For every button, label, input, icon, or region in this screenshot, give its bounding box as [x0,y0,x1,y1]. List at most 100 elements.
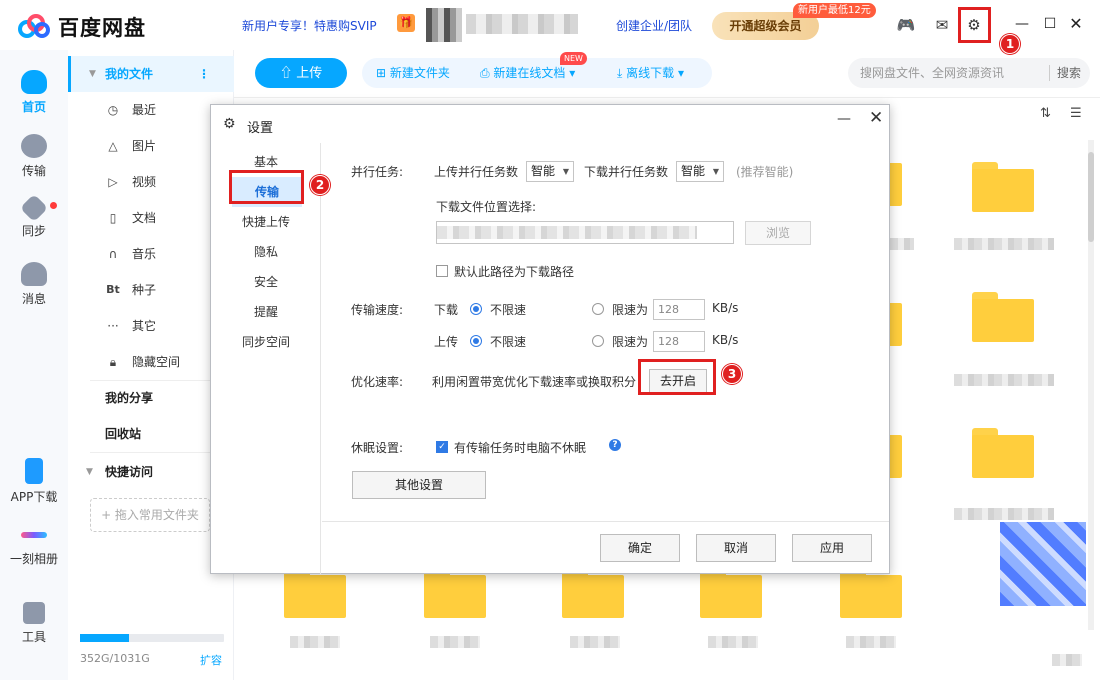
rail-item-album[interactable]: 一刻相册 [0,522,68,567]
folder-icon[interactable] [424,568,486,618]
folder-icon[interactable] [284,568,346,618]
download-unlimited-label: 不限速 [490,303,527,317]
download-location-label: 下载文件位置选择: [436,200,537,214]
download-unlimited-radio[interactable] [470,303,482,315]
more-icon: ··· [107,319,119,333]
upload-parallel-label: 上传并行任务数 [434,165,519,179]
gamepad-icon[interactable]: 🎮 [895,14,917,36]
dialog-minimize-button[interactable]: — [837,111,851,127]
divider [90,452,212,453]
app-logo: 百度网盘 [18,12,146,42]
tools-icon [23,602,45,624]
upload-limit-input[interactable]: 128 [653,331,705,352]
rail-item-transfer[interactable]: 传输 [0,134,68,179]
file-name [890,238,914,250]
settings-tab-quick-upload[interactable]: 快捷上传 [211,207,321,237]
download-limit-radio[interactable] [592,303,604,315]
sidebar-item-label: 文档 [132,211,157,225]
mail-icon[interactable]: ✉ [931,14,953,36]
settings-tab-privacy[interactable]: 隐私 [211,237,321,267]
upload-unlimited-radio[interactable] [470,335,482,347]
image-thumbnail[interactable] [1000,522,1086,606]
home-cloud-icon [21,70,47,94]
rail-item-messages[interactable]: 消息 [0,262,68,307]
browse-button[interactable]: 浏览 [745,221,811,245]
caret-down-icon: ▼ [86,467,93,477]
settings-tab-reminder[interactable]: 提醒 [211,297,321,327]
storage-usage-text: 352G/1031G [80,652,150,665]
folder-icon[interactable] [972,428,1034,478]
sidebar-my-files[interactable]: ▼ 我的文件 ⋮ [68,56,234,92]
settings-tab-security[interactable]: 安全 [211,267,321,297]
scrollbar-thumb[interactable] [1088,152,1094,242]
create-enterprise-link[interactable]: 创建企业/团队 [616,17,692,34]
minimize-window-button[interactable]: — [1012,14,1032,34]
new-folder-button[interactable]: ⊞ 新建文件夹 [376,58,450,88]
bt-icon: Bt [106,283,120,296]
rail-label: 一刻相册 [9,552,58,566]
folder-icon[interactable] [700,568,762,618]
gift-icon[interactable]: 🎁 [397,14,415,32]
list-view-icon[interactable]: ☰ [1070,106,1082,121]
file-name [430,636,480,648]
upload-limit-radio[interactable] [592,335,604,347]
upload-speed-label: 上传 [434,335,459,349]
close-window-button[interactable]: ✕ [1066,14,1086,34]
offline-download-button[interactable]: ⤓ 离线下载 ▾ [617,58,684,88]
folder-icon[interactable] [562,568,624,618]
annotation-number-2: 2 [310,175,330,195]
ok-button[interactable]: 确定 [600,534,680,562]
rail-item-tools[interactable]: 工具 [0,602,68,645]
notification-dot [50,202,57,209]
sort-icon[interactable]: ⇅ [1040,106,1051,121]
new-online-doc-label: 新建在线文档 [493,66,566,80]
upload-limit-label: 限速为 [612,335,649,349]
search-button[interactable]: 搜索 [1057,58,1081,88]
storage-bar [80,634,224,642]
username[interactable] [466,14,578,34]
cancel-button[interactable]: 取消 [696,534,776,562]
folder-icon[interactable] [972,292,1034,342]
upload-parallel-select[interactable]: 智能 ▼ [526,161,574,182]
transfer-icon [21,134,47,158]
rail-label: 首页 [21,100,46,114]
message-icon [21,262,47,286]
file-name [1052,654,1082,666]
sidebar-item-label: 隐藏空间 [132,355,181,369]
settings-nav: 基本 传输 快捷上传 隐私 安全 提醒 同步空间 [211,143,321,574]
download-path-input[interactable] [436,221,734,244]
sidebar-label: 我的文件 [105,67,154,81]
download-parallel-select[interactable]: 智能 ▼ [676,161,724,182]
other-settings-button[interactable]: 其他设置 [352,471,486,499]
settings-tab-sync-space[interactable]: 同步空间 [211,327,321,357]
image-icon: △ [108,139,118,153]
apply-button[interactable]: 应用 [792,534,872,562]
optimize-speed-label: 优化速率: [351,375,404,389]
annotation-number-1: 1 [1000,34,1020,54]
rail-label: APP下载 [10,490,58,504]
download-limit-input[interactable]: 128 [653,299,705,320]
phone-icon [25,458,43,484]
folder-icon[interactable] [840,568,902,618]
dialog-close-button[interactable]: ✕ [869,108,883,128]
rail-item-sync[interactable]: 同步 [0,193,68,239]
svip-promo-link[interactable]: 新用户专享！特惠购SVIP [242,17,377,34]
avatar[interactable] [426,8,462,42]
upload-label: 上传 [296,65,323,80]
upload-button[interactable]: ⇧ 上传 [255,58,347,88]
more-dots-icon[interactable]: ⋮ [198,56,210,92]
upload-icon: ⇧ [279,65,297,80]
annotation-box-settings [958,7,991,43]
help-icon[interactable]: ? [609,439,621,451]
default-path-checkbox[interactable] [436,265,448,277]
upload-unit-label: KB/s [712,333,739,347]
rail-item-home[interactable]: 首页 [0,70,68,115]
title-bar: 百度网盘 新用户专享！特惠购SVIP 🎁 创建企业/团队 开通超级会员 新用户最… [0,0,1100,50]
expand-storage-link[interactable]: 扩容 [200,652,222,668]
rail-item-app-download[interactable]: APP下载 [0,458,68,505]
no-sleep-checkbox[interactable]: ✓ [436,441,448,453]
drop-folder-zone[interactable]: + 拖入常用文件夹 [90,498,210,532]
maximize-window-button[interactable]: ☐ [1040,14,1060,34]
folder-icon[interactable] [972,162,1034,212]
download-speed-label: 下载 [434,303,459,317]
